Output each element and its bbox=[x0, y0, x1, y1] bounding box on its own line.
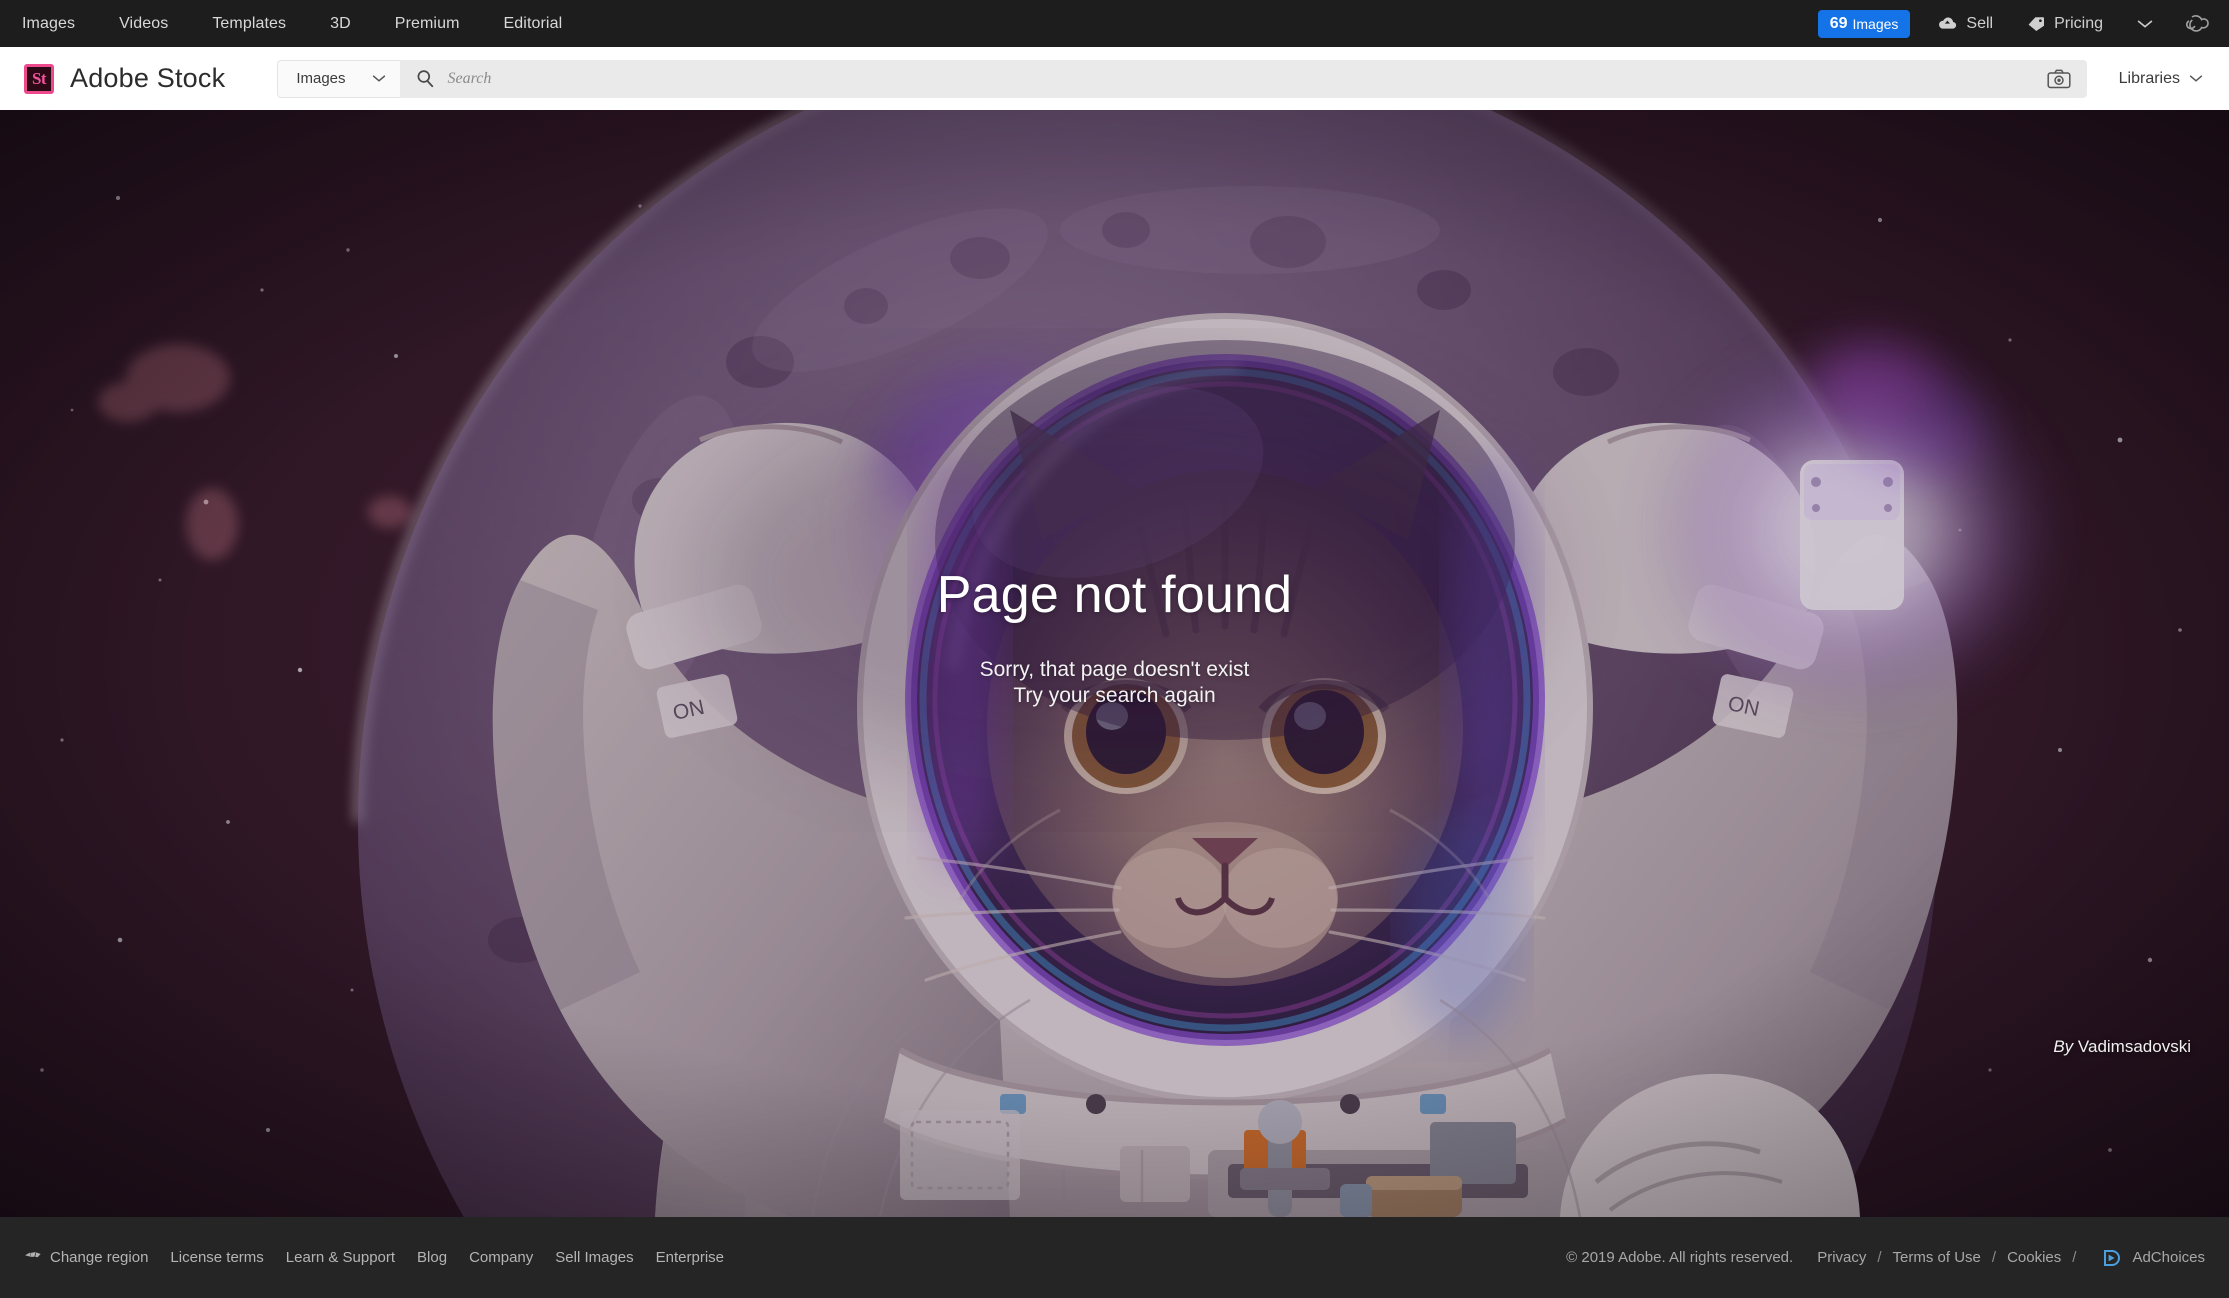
attribution-prefix: By bbox=[2053, 1037, 2074, 1056]
image-attribution: By Vadimsadovski bbox=[2053, 1037, 2191, 1057]
hero-image: ON ON bbox=[0, 110, 2229, 1217]
image-credits-label: Images bbox=[1852, 15, 1899, 32]
pricing-label: Pricing bbox=[2054, 14, 2103, 32]
sell-link[interactable]: Sell bbox=[1938, 15, 1993, 33]
chevron-down-icon[interactable] bbox=[2137, 19, 2153, 29]
libraries-label: Libraries bbox=[2118, 69, 2180, 87]
footer-link-cookies[interactable]: Cookies bbox=[2007, 1249, 2061, 1266]
nav-link-templates[interactable]: Templates bbox=[190, 15, 308, 33]
footer-link-privacy[interactable]: Privacy bbox=[1817, 1249, 1866, 1266]
legal-separator: / bbox=[1877, 1249, 1882, 1266]
copyright-text: © 2019 Adobe. All rights reserved. bbox=[1566, 1249, 1794, 1266]
footer-link-company[interactable]: Company bbox=[469, 1249, 533, 1266]
top-bar-right-group: 69 Images Sell Pricing bbox=[1817, 9, 2229, 38]
footer-link-change-region[interactable]: Change region bbox=[50, 1249, 148, 1266]
image-credits-count: 69 bbox=[1829, 14, 1848, 32]
footer-link-blog[interactable]: Blog bbox=[417, 1249, 447, 1266]
pricing-link[interactable]: Pricing bbox=[2027, 15, 2103, 33]
footer-link-learn-support[interactable]: Learn & Support bbox=[286, 1249, 395, 1266]
top-utility-bar: Images Videos Templates 3D Premium Edito… bbox=[0, 0, 2229, 47]
creative-cloud-icon[interactable] bbox=[2183, 13, 2211, 35]
search-input-wrapper[interactable]: Search bbox=[399, 59, 2087, 98]
libraries-menu[interactable]: Libraries bbox=[2119, 70, 2203, 88]
search-type-value: Images bbox=[296, 70, 346, 87]
nav-link-editorial[interactable]: Editorial bbox=[482, 15, 585, 33]
footer-link-terms-of-use[interactable]: Terms of Use bbox=[1893, 1249, 1981, 1266]
legal-separator: / bbox=[2072, 1249, 2077, 1266]
price-tag-icon bbox=[2027, 16, 2045, 32]
nav-link-videos[interactable]: Videos bbox=[97, 15, 190, 33]
primary-nav: Images Videos Templates 3D Premium Edito… bbox=[0, 15, 584, 33]
attribution-author[interactable]: Vadimsadovski bbox=[2078, 1037, 2191, 1056]
adobe-stock-home-link[interactable]: St Adobe Stock bbox=[0, 63, 225, 94]
adchoices-label: AdChoices bbox=[2132, 1249, 2205, 1266]
footer-legal: © 2019 Adobe. All rights reserved. Priva… bbox=[1566, 1249, 2229, 1267]
chevron-down-icon bbox=[2189, 70, 2203, 88]
footer-link-license-terms[interactable]: License terms bbox=[170, 1249, 263, 1266]
site-footer: Change region License terms Learn & Supp… bbox=[0, 1217, 2229, 1298]
nav-link-3d[interactable]: 3D bbox=[308, 15, 373, 33]
cloud-upload-icon bbox=[1938, 16, 1957, 31]
footer-links: Change region License terms Learn & Supp… bbox=[0, 1249, 746, 1266]
brand-name: Adobe Stock bbox=[70, 63, 226, 93]
astronaut-cat-illustration: ON ON bbox=[0, 110, 2229, 1217]
image-credits-badge[interactable]: 69 Images bbox=[1817, 9, 1911, 38]
search-input[interactable]: Search bbox=[448, 70, 492, 88]
globe-icon bbox=[24, 1251, 41, 1264]
search-icon bbox=[416, 69, 435, 88]
search-type-select[interactable]: Images bbox=[277, 59, 400, 98]
sell-label: Sell bbox=[1966, 14, 1994, 32]
search-bar: Images Search bbox=[277, 59, 2087, 98]
chevron-down-icon bbox=[372, 70, 386, 88]
footer-link-enterprise[interactable]: Enterprise bbox=[656, 1249, 724, 1266]
nav-link-images[interactable]: Images bbox=[22, 15, 97, 33]
adchoices-group[interactable]: AdChoices bbox=[2103, 1249, 2205, 1267]
visual-search-camera-icon[interactable] bbox=[2047, 69, 2071, 89]
adobe-stock-logo-icon: St bbox=[24, 63, 54, 94]
footer-link-sell-images[interactable]: Sell Images bbox=[555, 1249, 633, 1266]
adchoices-icon bbox=[2103, 1249, 2123, 1267]
site-header: St Adobe Stock Images Search Libraries bbox=[0, 47, 2229, 110]
nav-link-premium[interactable]: Premium bbox=[373, 15, 482, 33]
legal-separator: / bbox=[1991, 1249, 1997, 1266]
